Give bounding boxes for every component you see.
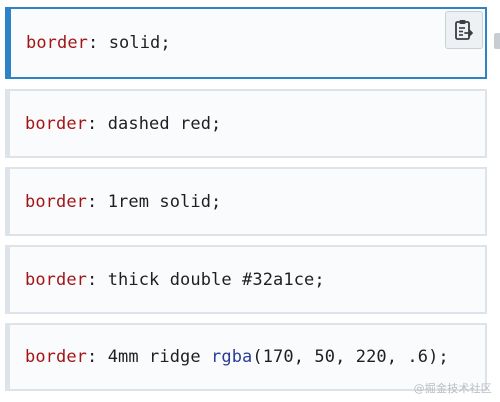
code-examples-list: border: solid; border: dashed red; borde… <box>5 7 487 391</box>
copy-to-clipboard-button[interactable] <box>445 11 483 49</box>
clipboard-copy-icon <box>454 19 474 41</box>
css-colon: : <box>87 113 98 134</box>
css-property: border <box>25 269 88 290</box>
code-block-solid[interactable]: border: solid; <box>5 7 487 79</box>
css-value: solid; <box>98 33 171 53</box>
css-colon: : <box>87 347 98 367</box>
css-property: border <box>25 347 88 367</box>
code-line: border: 4mm ridge rgba(170, 50, 220, .6)… <box>25 347 449 367</box>
code-line: border: 1rem solid; <box>25 192 221 212</box>
css-function-args: (170, 50, 220, .6); <box>252 347 449 367</box>
css-value: 4mm ridge <box>97 347 212 367</box>
css-colon: : <box>88 33 99 53</box>
css-value: dashed red; <box>97 113 222 134</box>
css-colon: : <box>87 269 98 290</box>
css-property: border <box>25 191 88 212</box>
css-property: border <box>26 33 89 53</box>
css-value: thick double #32a1ce; <box>97 269 325 290</box>
css-colon: : <box>87 191 98 212</box>
code-block-dashed-red[interactable]: border: dashed red; <box>5 89 487 158</box>
code-line: border: solid; <box>26 33 171 53</box>
css-value: 1rem solid; <box>97 191 222 212</box>
code-line: border: thick double #32a1ce; <box>25 270 325 290</box>
code-line: border: dashed red; <box>25 114 221 134</box>
css-function: rgba <box>211 347 253 367</box>
scrollbar-thumb[interactable] <box>494 33 500 49</box>
code-block-1rem-solid[interactable]: border: 1rem solid; <box>5 167 487 236</box>
css-property: border <box>25 113 88 134</box>
code-block-thick-double[interactable]: border: thick double #32a1ce; <box>5 245 487 314</box>
watermark: @掘金技术社区 <box>413 382 492 395</box>
